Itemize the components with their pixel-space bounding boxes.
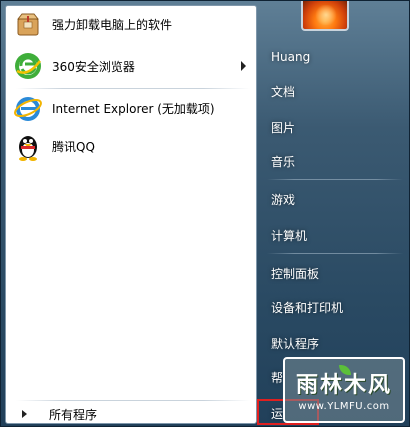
right-item-games[interactable]: 游戏: [265, 187, 405, 211]
qq-penguin-icon: [12, 130, 44, 162]
program-item-qq[interactable]: 腾讯QQ: [10, 128, 252, 164]
program-label: 腾讯QQ: [52, 139, 95, 154]
right-item-control-panel[interactable]: 控制面板: [265, 261, 405, 285]
user-avatar[interactable]: [301, 1, 349, 31]
user-name-link[interactable]: Huang: [265, 45, 405, 69]
watermark-logo: 雨林木风 www.YLMFU.com: [283, 357, 405, 423]
right-item-documents[interactable]: 文档: [265, 79, 405, 103]
right-item-computer[interactable]: 计算机: [265, 223, 405, 247]
flower-picture: [311, 5, 341, 25]
program-label: Internet Explorer (无加载项): [52, 101, 215, 116]
submenu-arrow-icon[interactable]: [241, 61, 246, 71]
watermark-url: www.YLMFU.com: [298, 401, 390, 412]
right-item-devices-printers[interactable]: 设备和打印机: [265, 295, 405, 319]
separator: [267, 253, 403, 254]
program-label: 强力卸载电脑上的软件: [52, 17, 173, 32]
program-item-uninstaller[interactable]: 强力卸载电脑上的软件: [10, 6, 252, 42]
program-item-internet-explorer[interactable]: Internet Explorer (无加载项): [10, 90, 252, 126]
internet-explorer-icon: [12, 92, 44, 124]
uninstaller-box-icon: [12, 8, 44, 40]
separator: [267, 179, 403, 180]
program-label: 360安全浏览器: [52, 59, 135, 74]
360-browser-icon: [12, 50, 44, 82]
programs-pane: 强力卸载电脑上的软件 360安全浏览器 Internet Explorer (无…: [5, 5, 257, 424]
start-menu: 强力卸载电脑上的软件 360安全浏览器 Internet Explorer (无…: [0, 0, 410, 427]
watermark-title: 雨林木风: [295, 373, 392, 398]
right-item-music[interactable]: 音乐: [265, 149, 405, 173]
program-item-360-browser[interactable]: 360安全浏览器: [10, 48, 252, 84]
all-programs-button[interactable]: 所有程序: [10, 406, 252, 422]
separator: [16, 400, 250, 401]
right-item-pictures[interactable]: 图片: [265, 115, 405, 139]
all-programs-label: 所有程序: [49, 407, 98, 422]
separator: [16, 88, 250, 89]
chevron-right-icon: [22, 410, 27, 418]
right-item-default-programs[interactable]: 默认程序: [265, 331, 405, 355]
